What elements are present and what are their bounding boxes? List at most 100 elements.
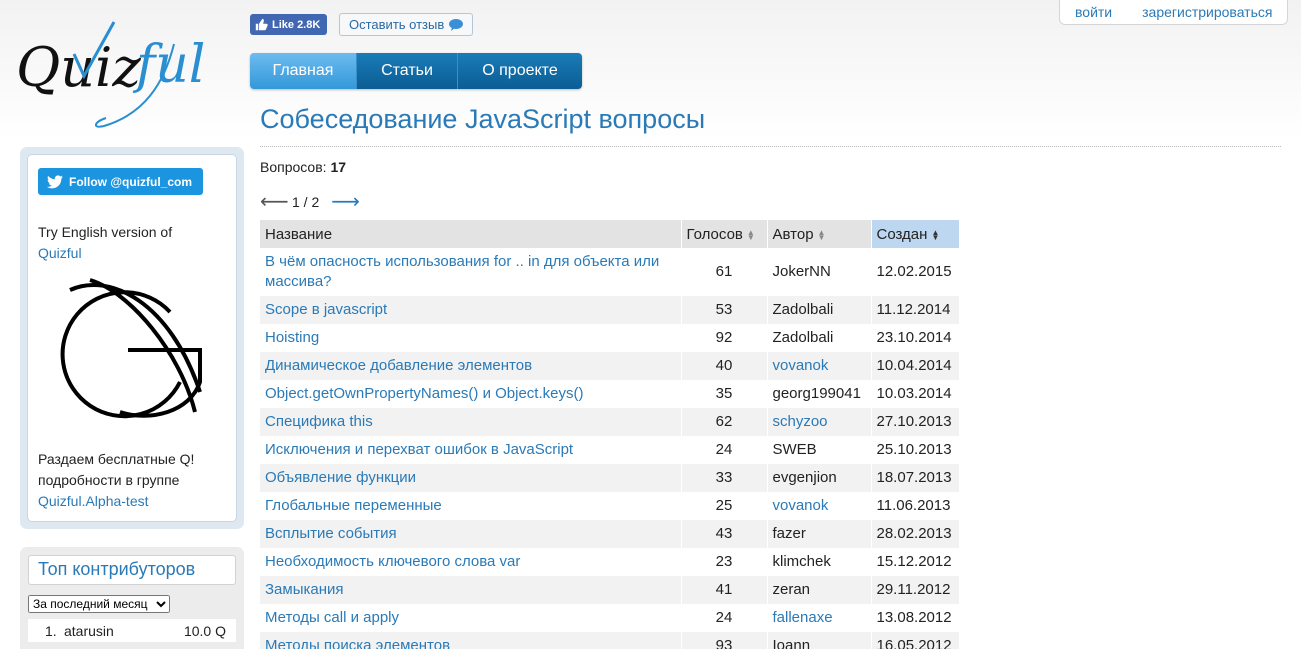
author-link[interactable]: fallenaxe [773, 609, 833, 626]
question-link[interactable]: Глобальные переменные [265, 497, 442, 514]
author-cell: georg199041 [767, 380, 872, 408]
page-title: Собеседование JavaScript вопросы [260, 104, 706, 134]
table-row: Динамическое добавление элементов 40 vovan… [260, 352, 960, 380]
author-link[interactable]: vovanok [773, 497, 829, 514]
table-header-row: Название Голосов ▲ ▼ Автор ▲ ▼ Создан ▲ ▼ [260, 220, 960, 248]
twitter-bird-icon [47, 174, 63, 188]
table-row: Объявление функции 33 evgenjion 18.07.2013 [260, 464, 960, 492]
table-row: Методы call и apply 24 fallenaxe 13.08.2012 [260, 604, 960, 632]
question-cell: Глобальные переменные [260, 492, 682, 520]
top-contributors-title: Топ контрибуторов [28, 555, 236, 585]
col-header-votes[interactable]: Голосов ▲ ▼ [681, 220, 768, 248]
votes-cell: 92 [681, 324, 768, 352]
author-cell: SWEB [767, 436, 872, 464]
table-row: Object.getOwnPropertyNames() и Object.ke… [260, 380, 960, 408]
table-row: В чём опасность использования for .. in … [260, 248, 960, 296]
question-link[interactable]: Методы поиска элементов [265, 637, 450, 649]
question-link[interactable]: Scope в javascript [265, 301, 387, 318]
question-cell: Методы поиска элементов [260, 632, 682, 649]
created-cell: 18.07.2013 [871, 464, 960, 492]
author-cell: fazer [767, 520, 872, 548]
period-select[interactable]: За последний месяц [28, 595, 170, 613]
question-cell: Исключения и перехват ошибок в JavaScrip… [260, 436, 682, 464]
speech-bubble-icon [449, 19, 464, 31]
promo-line-2: подробности в группе [38, 472, 180, 488]
author-link[interactable]: vovanok [773, 357, 829, 374]
page-indicator: 1 / 2 [292, 193, 320, 210]
table-row: Всплытие события 43 fazer 28.02.2013 [260, 520, 960, 548]
votes-cell: 61 [681, 248, 768, 296]
english-version-link[interactable]: Quizful [38, 245, 82, 261]
question-link[interactable]: Исключения и перехват ошибок в JavaScrip… [265, 441, 573, 458]
questions-table-body: В чём опасность использования for .. in … [260, 248, 960, 649]
table-row: Специфика this 62 schyzoo 27.10.2013 [260, 408, 960, 436]
question-cell: Всплытие события [260, 520, 682, 548]
author-cell: Zadolbali [767, 296, 872, 324]
tab-home[interactable]: Главная [250, 53, 356, 89]
sidebar-panel: Follow @quizful_com Try English version … [20, 147, 244, 529]
created-cell: 27.10.2013 [871, 408, 960, 436]
questions-count-value: 17 [330, 159, 347, 175]
question-link[interactable]: Методы call и apply [265, 609, 399, 626]
quizful-logo[interactable]: Quiz ful [14, 14, 230, 134]
table-row: Глобальные переменные 25 vovanok 11.06.2013 [260, 492, 960, 520]
question-cell: Необходимость ключевого слова var [260, 548, 682, 576]
question-link[interactable]: Замыкания [265, 581, 344, 598]
question-link[interactable]: В чём опасность использования for .. in … [265, 253, 659, 290]
author-cell: klimchek [767, 548, 872, 576]
table-row: Hoisting 92 Zadolbali 23.10.2014 [260, 324, 960, 352]
author-link[interactable]: schyzoo [773, 413, 828, 430]
votes-cell: 24 [681, 604, 768, 632]
quizful-g-logo[interactable] [50, 272, 206, 422]
sidebar-inner: Follow @quizful_com Try English version … [27, 154, 237, 522]
votes-cell: 62 [681, 408, 768, 436]
table-row: Scope в javascript 53 Zadolbali 11.12.2014 [260, 296, 960, 324]
col-header-created[interactable]: Создан ▲ ▼ [871, 220, 960, 248]
facebook-like-button[interactable]: Like 2.8K [250, 14, 327, 35]
col-header-author[interactable]: Автор ▲ ▼ [767, 220, 872, 248]
created-cell: 12.02.2015 [871, 248, 960, 296]
votes-cell: 23 [681, 548, 768, 576]
auth-bar: войти зарегистрироваться [1059, 0, 1288, 25]
contributor-score: 10.0 Q [183, 622, 226, 639]
votes-cell: 33 [681, 464, 768, 492]
question-link[interactable]: Необходимость ключевого слова var [265, 553, 520, 570]
title-divider [260, 146, 1281, 147]
alpha-test-link[interactable]: Quizful.Alpha-test [38, 493, 149, 509]
question-link[interactable]: Динамическое добавление элементов [265, 357, 532, 374]
sort-icon: ▲ ▼ [817, 227, 826, 242]
main-nav: Главная Статьи О проекте [250, 53, 582, 89]
question-link[interactable]: Специфика this [265, 413, 373, 430]
tab-articles[interactable]: Статьи [356, 53, 457, 89]
created-cell: 28.02.2013 [871, 520, 960, 548]
created-cell: 15.12.2012 [871, 548, 960, 576]
author-cell: vovanok [767, 352, 872, 380]
votes-cell: 40 [681, 352, 768, 380]
question-link[interactable]: Всплытие события [265, 525, 397, 542]
english-version-text: Try English version of Quizful [38, 222, 226, 264]
english-version-label: Try English version of [38, 224, 173, 240]
register-link[interactable]: зарегистрироваться [1127, 4, 1287, 20]
feedback-button[interactable]: Оставить отзыв [339, 13, 473, 36]
questions-count-label: Вопросов: [260, 159, 327, 175]
question-link[interactable]: Object.getOwnPropertyNames() и Object.ke… [265, 385, 583, 402]
table-row: Необходимость ключевого слова var 23 klimc… [260, 548, 960, 576]
twitter-follow-button[interactable]: Follow @quizful_com [38, 168, 203, 195]
contributor-row: 1. atarusin 10.0 Q [28, 619, 236, 642]
next-page-arrow-icon[interactable]: ⟶ [331, 189, 360, 214]
prev-page-arrow-icon[interactable]: ⟵ [260, 189, 289, 214]
tab-about[interactable]: О проекте [457, 53, 582, 89]
question-cell: Замыкания [260, 576, 682, 604]
promo-line-1: Раздаем бесплатные Q! [38, 451, 195, 467]
question-link[interactable]: Объявление функции [265, 469, 416, 486]
twitter-follow-label: Follow @quizful_com [69, 174, 193, 189]
questions-count: Вопросов: 17 [260, 159, 346, 175]
login-link[interactable]: войти [1060, 4, 1127, 20]
author-cell: Ioann [767, 632, 872, 649]
votes-cell: 24 [681, 436, 768, 464]
author-cell: JokerNN [767, 248, 872, 296]
question-cell: В чём опасность использования for .. in … [260, 248, 682, 296]
svg-text:ful: ful [132, 35, 205, 95]
sort-icon: ▲ ▼ [746, 227, 755, 242]
question-link[interactable]: Hoisting [265, 329, 319, 346]
